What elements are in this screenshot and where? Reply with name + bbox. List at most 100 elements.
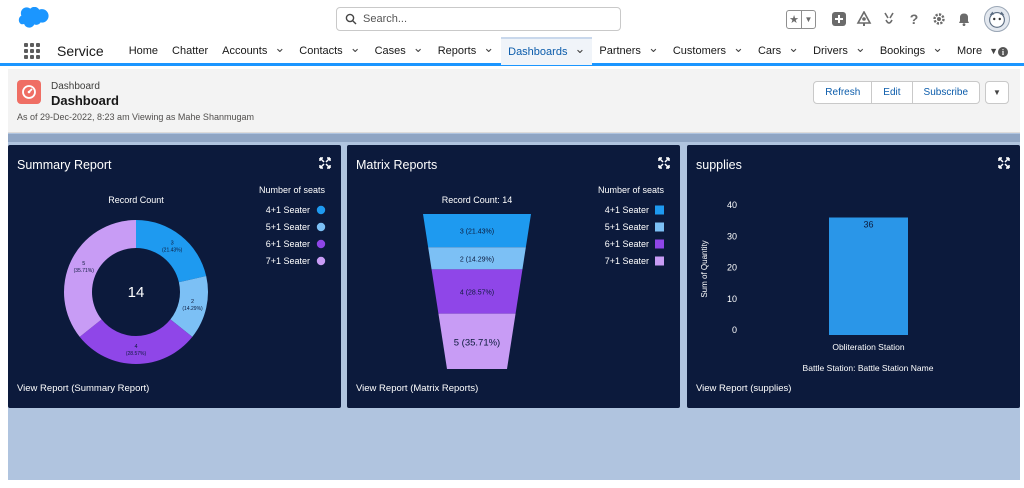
gear-icon[interactable] bbox=[927, 7, 951, 31]
slice-value-label: 5 bbox=[82, 261, 85, 267]
view-report-link[interactable]: View Report (supplies) bbox=[696, 383, 791, 394]
legend-marker[interactable] bbox=[655, 256, 664, 266]
bar-value-label: 36 bbox=[863, 220, 873, 230]
donut-center-total: 14 bbox=[128, 284, 145, 301]
funnel-stage-label: 2 (14.29%) bbox=[460, 256, 494, 263]
app-launcher-icon[interactable] bbox=[24, 42, 42, 60]
nav-tab-dashboards[interactable]: Dashboards ⌄ bbox=[501, 36, 593, 65]
funnel-stage-label: 4 (28.57%) bbox=[460, 290, 494, 297]
help-icon[interactable]: ? bbox=[902, 7, 926, 31]
header-separator bbox=[8, 134, 1020, 142]
view-report-link[interactable]: View Report (Summary Report) bbox=[17, 383, 149, 394]
chevron-down-icon[interactable]: ⌄ bbox=[932, 40, 943, 56]
nav-tab-customers[interactable]: Customers ⌄ bbox=[666, 37, 751, 65]
nav-tab-reports[interactable]: Reports ⌄ bbox=[431, 37, 501, 65]
chevron-down-icon[interactable]: ⌄ bbox=[413, 40, 424, 56]
y-tick-label: 40 bbox=[727, 200, 737, 210]
salesforce-logo[interactable] bbox=[18, 7, 50, 29]
app-root: ★ ▼ ? bbox=[0, 0, 1024, 488]
expand-icon[interactable] bbox=[998, 157, 1010, 169]
y-tick-label: 20 bbox=[727, 263, 737, 273]
global-actions-icon[interactable] bbox=[827, 7, 851, 31]
global-header: ★ ▼ ? bbox=[0, 0, 1024, 38]
donut-slice[interactable] bbox=[63, 220, 136, 337]
assistant-icon[interactable] bbox=[877, 7, 901, 31]
nav-tab-label: More bbox=[957, 44, 983, 57]
expand-icon[interactable] bbox=[319, 157, 331, 169]
nav-tab-label: Chatter bbox=[172, 44, 209, 57]
nav-tab-drivers[interactable]: Drivers ⌄ bbox=[806, 37, 873, 65]
legend-item-label: 4+1 Seater bbox=[605, 205, 649, 215]
slice-value-label: 4 bbox=[134, 344, 137, 350]
supplies-card: 0 10 20 30 40 Sum of Quantity 36 Obliteration S… bbox=[687, 145, 1020, 408]
nav-tab-label: Reports bbox=[437, 44, 477, 57]
card-title: Matrix Reports bbox=[356, 158, 438, 172]
header-utility-icons: ★ ▼ ? bbox=[786, 5, 1010, 33]
info-icon[interactable]: i bbox=[998, 47, 1008, 57]
nav-tab-partners[interactable]: Partners ⌄ bbox=[592, 37, 665, 65]
funnel-chart[interactable]: Record Count: 14 3 (21.43%) 2 (14.29%) 4 (2… bbox=[347, 145, 680, 408]
funnel-stage-label: 3 (21.43%) bbox=[460, 229, 494, 236]
nav-tab-chatter[interactable]: Chatter bbox=[165, 37, 215, 65]
nav-tab-cars[interactable]: Cars ⌄ bbox=[751, 37, 806, 65]
trailhead-icon[interactable] bbox=[852, 7, 876, 31]
nav-tab-accounts[interactable]: Accounts ⌄ bbox=[215, 37, 292, 65]
dashboard-icon bbox=[17, 80, 41, 104]
legend-item-label: 4+1 Seater bbox=[266, 205, 310, 215]
legend-marker[interactable] bbox=[655, 239, 664, 249]
edit-button[interactable]: Edit bbox=[872, 81, 913, 104]
chart-title: Record Count: 14 bbox=[442, 195, 513, 205]
view-report-link[interactable]: View Report (Matrix Reports) bbox=[356, 383, 478, 394]
legend-marker[interactable] bbox=[655, 222, 664, 232]
favorites-dropdown-icon[interactable]: ▼ bbox=[801, 10, 815, 28]
donut-slice[interactable] bbox=[79, 319, 193, 364]
nav-tab-label: Cars bbox=[757, 44, 782, 57]
nav-tab-label: Dashboards bbox=[508, 45, 568, 58]
nav-tab-home[interactable]: Home bbox=[122, 37, 165, 65]
global-search[interactable] bbox=[336, 7, 621, 31]
search-input[interactable] bbox=[363, 13, 603, 25]
app-navigation-bar: Service Home Chatter Accounts ⌄ Contacts ⌄ Cas… bbox=[0, 36, 1024, 66]
refresh-button[interactable]: Refresh bbox=[813, 81, 873, 104]
favorites-group: ★ ▼ bbox=[786, 9, 816, 29]
legend-marker[interactable] bbox=[316, 256, 326, 266]
nav-tab-bookings[interactable]: Bookings ⌄ bbox=[873, 37, 950, 65]
nav-tab-cases[interactable]: Cases ⌄ bbox=[368, 37, 431, 65]
slice-percent-label: (21.43%) bbox=[162, 248, 183, 254]
chevron-down-icon[interactable]: ⌄ bbox=[648, 40, 659, 56]
bar[interactable] bbox=[829, 217, 908, 336]
legend-marker[interactable] bbox=[316, 205, 326, 215]
bell-icon[interactable] bbox=[952, 7, 976, 31]
avatar[interactable] bbox=[984, 6, 1010, 32]
donut-chart[interactable]: Record Count 3(21.43%) 2(14.29%) 4(28.57%) 5… bbox=[8, 145, 341, 408]
nav-tab-contacts[interactable]: Contacts ⌄ bbox=[292, 37, 367, 65]
legend-title: Number of seats bbox=[259, 185, 326, 195]
nav-tab-label: Partners bbox=[599, 44, 641, 57]
chevron-down-icon[interactable]: ⌄ bbox=[733, 40, 744, 56]
nav-tab-label: Cases bbox=[374, 44, 406, 57]
slice-value-label: 3 bbox=[171, 241, 174, 247]
legend-marker[interactable] bbox=[316, 222, 326, 232]
legend-title: Number of seats bbox=[598, 185, 665, 195]
chevron-down-icon[interactable]: ⌄ bbox=[855, 40, 866, 56]
chevron-down-icon[interactable]: ⌄ bbox=[274, 40, 285, 56]
page-title: Dashboard bbox=[51, 93, 119, 108]
chevron-down-icon[interactable]: ⌄ bbox=[788, 40, 799, 56]
slice-percent-label: (14.29%) bbox=[182, 306, 203, 312]
legend-marker[interactable] bbox=[655, 205, 664, 215]
summary-report-card: Record Count 3 (21.43%) 2 (14.29%) 4 (28.57%) 5… bbox=[8, 145, 341, 408]
funnel-stage-label: 5 (35.71%) bbox=[454, 337, 500, 348]
svg-text:?: ? bbox=[910, 11, 919, 27]
chevron-down-icon[interactable]: ⌄ bbox=[483, 40, 494, 56]
expand-icon[interactable] bbox=[658, 157, 670, 169]
subscribe-button[interactable]: Subscribe bbox=[912, 81, 980, 104]
chevron-down-icon[interactable]: ⌄ bbox=[574, 41, 585, 57]
legend-marker[interactable] bbox=[316, 239, 326, 249]
bar-chart[interactable]: 0 10 20 30 40 Sum of Quantity 36 Obliteration S… bbox=[687, 145, 1020, 408]
star-icon[interactable]: ★ bbox=[787, 11, 801, 28]
chevron-down-icon[interactable]: ⌄ bbox=[350, 40, 361, 56]
nav-tab-more[interactable]: More ▼ bbox=[950, 37, 1005, 65]
chevron-down-icon[interactable]: ▼ bbox=[989, 46, 998, 56]
legend-item-label: 5+1 Seater bbox=[605, 222, 649, 232]
more-actions-dropdown-icon[interactable]: ▼ bbox=[985, 81, 1009, 104]
